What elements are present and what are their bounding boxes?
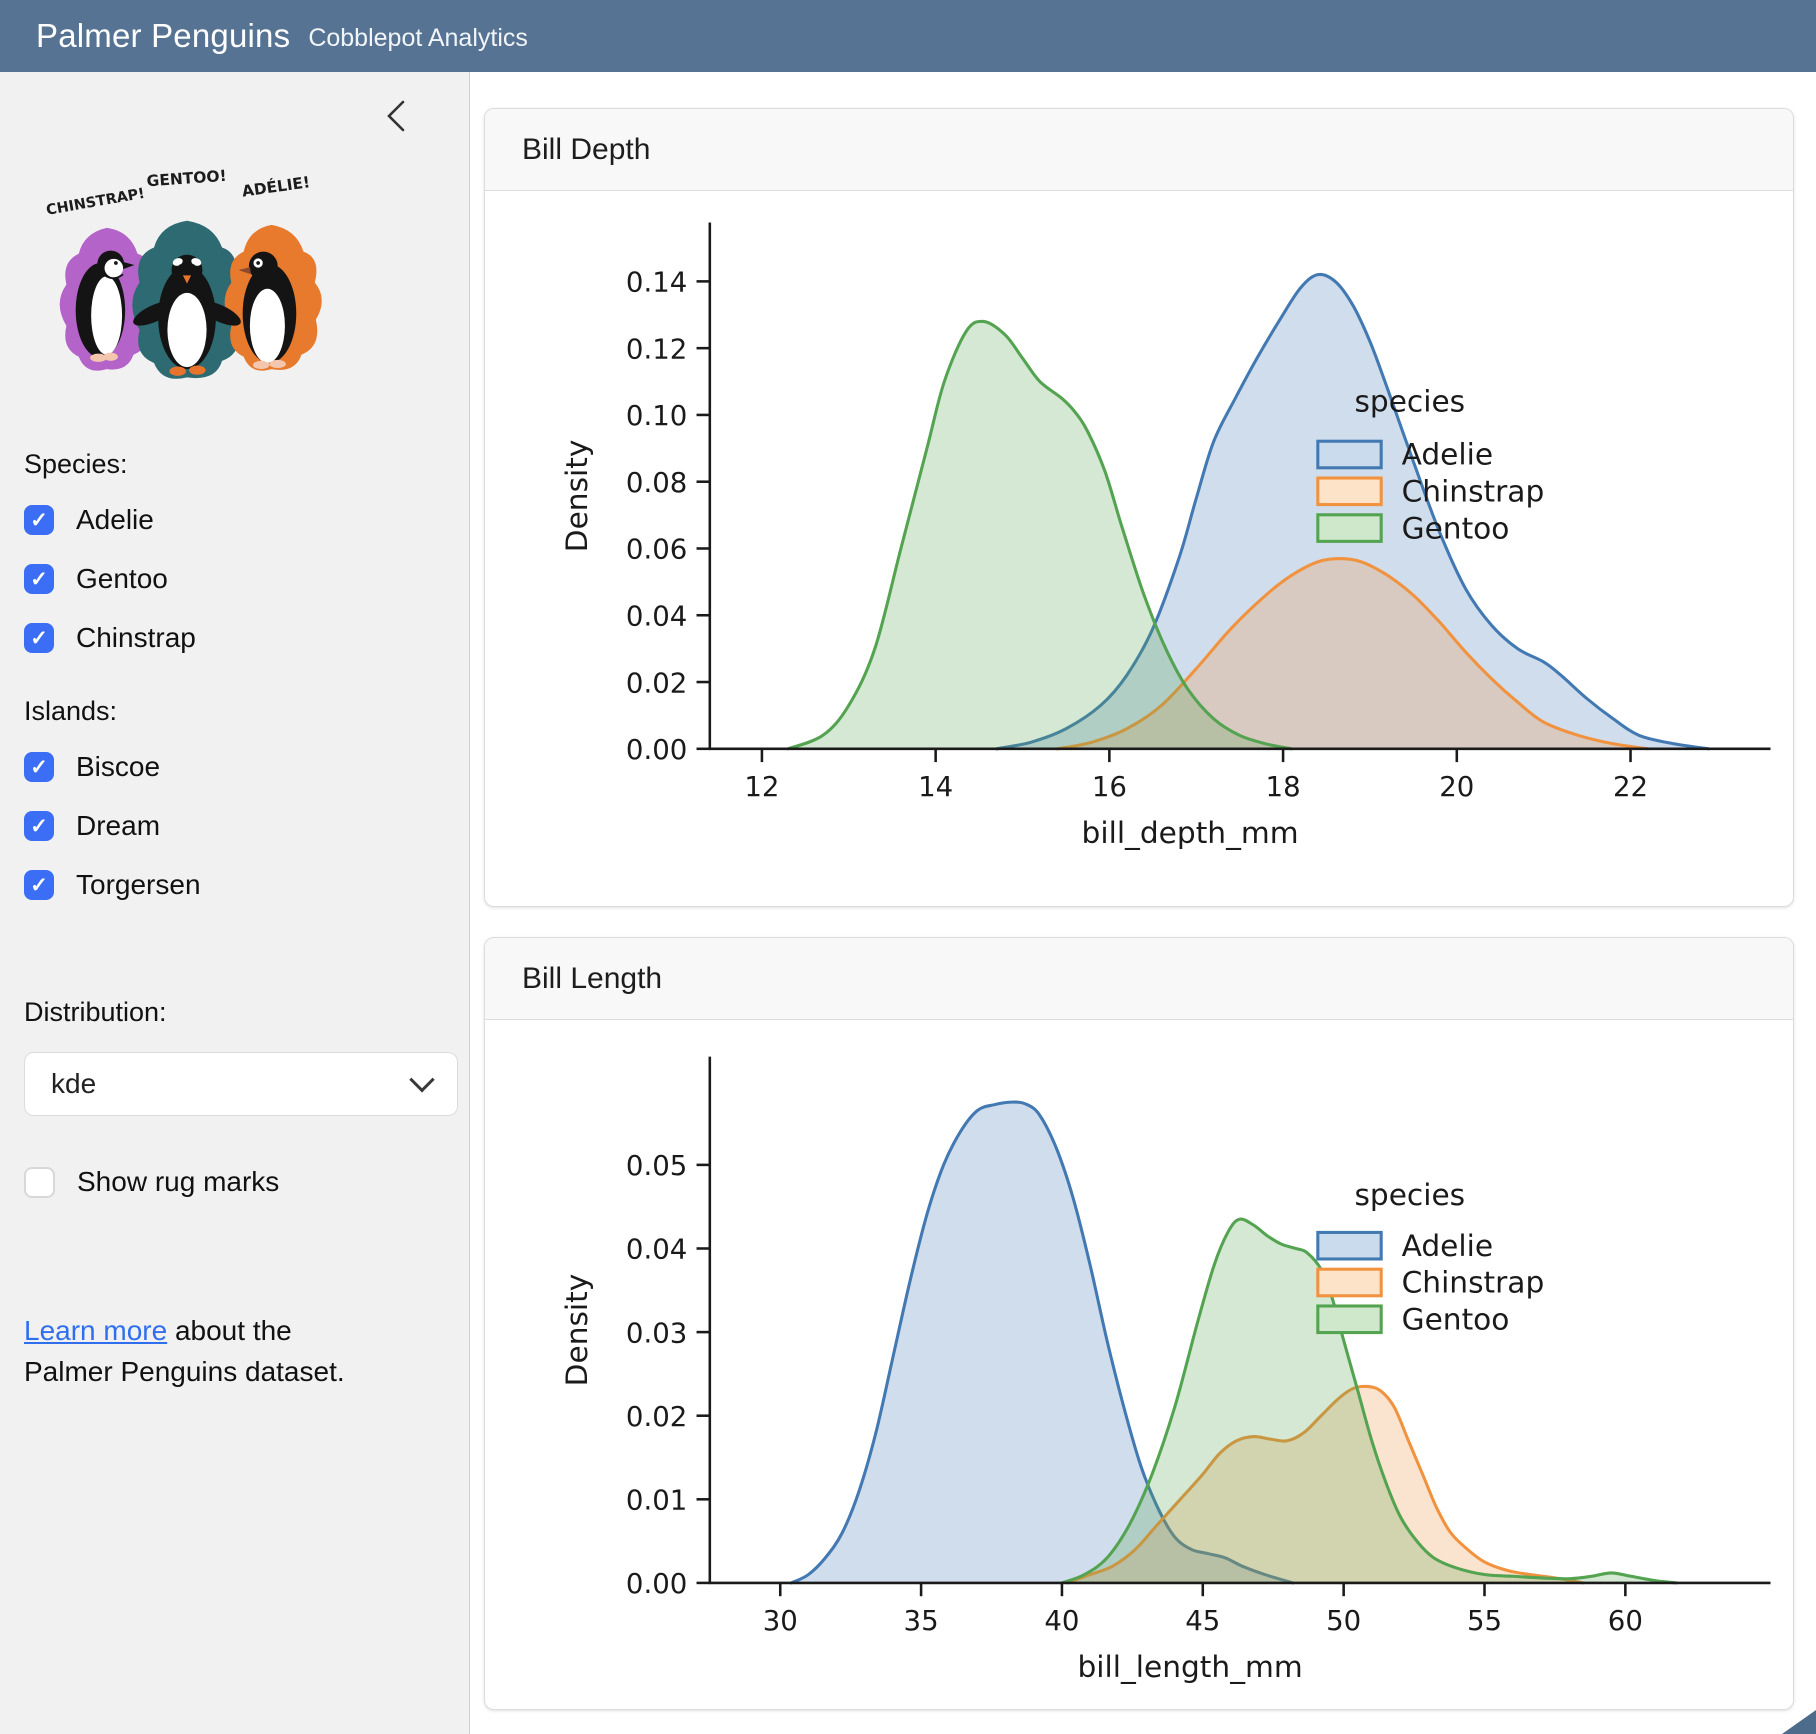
svg-text:0.10: 0.10: [626, 399, 687, 432]
species-section-label: Species:: [24, 449, 445, 480]
checkbox-checked-icon: ✓: [24, 505, 54, 535]
bill-depth-card-body: 12 14 16 18 20 22 0.00 0.02 0.04 0.06 0.08 0.10 0.12…: [485, 191, 1793, 851]
svg-text:22: 22: [1613, 770, 1648, 803]
svg-text:0.08: 0.08: [626, 466, 687, 499]
dataset-info-text: Learn more about the Palmer Penguins dat…: [24, 1310, 384, 1393]
card-title: Bill Depth: [522, 133, 650, 167]
checkbox-checked-icon: ✓: [24, 623, 54, 653]
svg-text:20: 20: [1439, 770, 1474, 803]
distribution-select-value: kde: [51, 1068, 96, 1100]
checkbox-checked-icon: ✓: [24, 811, 54, 841]
busy-indicator-wedge: [1782, 1710, 1816, 1734]
svg-text:12: 12: [744, 770, 779, 803]
svg-text:species: species: [1354, 384, 1465, 419]
svg-text:Density: Density: [559, 1274, 594, 1387]
checkbox-island-biscoe[interactable]: ✓ Biscoe: [24, 751, 445, 783]
islands-section-label: Islands:: [24, 696, 445, 727]
gentoo-label: GENTOO!: [146, 167, 227, 191]
chevron-left-icon: [381, 96, 417, 136]
svg-text:0.02: 0.02: [626, 666, 687, 699]
svg-text:0.00: 0.00: [626, 1567, 687, 1600]
app-window: Palmer Penguins Cobblepot Analytics: [0, 0, 1816, 1734]
svg-text:55: 55: [1467, 1604, 1502, 1637]
checkbox-label: Gentoo: [76, 563, 168, 595]
svg-text:Chinstrap: Chinstrap: [1402, 474, 1545, 509]
chevron-down-icon: [409, 1067, 434, 1092]
checkbox-label: Chinstrap: [76, 622, 196, 654]
bill-depth-card: Bill Depth 12 14 16 18 20 22 0.00 0.02 0.04 0.06 0…: [484, 108, 1794, 907]
svg-text:0.00: 0.00: [626, 733, 687, 766]
svg-text:16: 16: [1092, 770, 1127, 803]
checkbox-label: Torgersen: [76, 869, 201, 901]
bill-length-plot: 30 35 40 45 50 55 60 0.00 0.01 0.02 0.03 0.04 0.05 bi…: [485, 1026, 1793, 1700]
bill-depth-card-header: Bill Depth: [485, 109, 1793, 191]
svg-text:species: species: [1354, 1177, 1465, 1212]
svg-text:45: 45: [1185, 1604, 1220, 1637]
svg-text:0.06: 0.06: [626, 533, 687, 566]
svg-text:18: 18: [1266, 770, 1301, 803]
app-subtitle: Cobblepot Analytics: [308, 20, 528, 53]
svg-text:30: 30: [763, 1604, 798, 1637]
svg-text:40: 40: [1044, 1604, 1079, 1637]
checkbox-checked-icon: ✓: [24, 564, 54, 594]
checkbox-unchecked-icon: [24, 1167, 55, 1198]
app-title: Palmer Penguins: [36, 17, 290, 55]
bill-depth-plot: 12 14 16 18 20 22 0.00 0.02 0.04 0.06 0.08 0.10 0.12…: [485, 197, 1793, 851]
svg-text:0.05: 0.05: [626, 1149, 687, 1182]
svg-text:Gentoo: Gentoo: [1402, 510, 1510, 545]
chinstrap-label: CHINSTRAP!: [45, 186, 146, 219]
svg-text:0.01: 0.01: [626, 1484, 687, 1517]
svg-text:bill_length_mm: bill_length_mm: [1077, 1649, 1302, 1684]
svg-text:Adelie: Adelie: [1402, 437, 1493, 472]
svg-text:0.02: 0.02: [626, 1400, 687, 1433]
svg-text:0.14: 0.14: [626, 266, 687, 299]
checkbox-label: Biscoe: [76, 751, 160, 783]
checkbox-species-chinstrap[interactable]: ✓ Chinstrap: [24, 622, 445, 654]
distribution-section-label: Distribution:: [24, 997, 445, 1028]
svg-text:0.03: 0.03: [626, 1316, 687, 1349]
svg-text:Density: Density: [559, 440, 594, 553]
checkbox-label: Adelie: [76, 504, 154, 536]
learn-more-link[interactable]: Learn more: [24, 1315, 167, 1346]
checkbox-label: Show rug marks: [77, 1166, 279, 1198]
checkbox-island-torgersen[interactable]: ✓ Torgersen: [24, 869, 445, 901]
svg-text:0.04: 0.04: [626, 1233, 687, 1266]
checkbox-label: Dream: [76, 810, 160, 842]
sidebar-collapse-button[interactable]: [381, 96, 417, 136]
adelie-label: ADÉLIE!: [241, 172, 312, 200]
svg-text:60: 60: [1608, 1604, 1643, 1637]
app-header: Palmer Penguins Cobblepot Analytics: [0, 0, 1816, 72]
checkbox-species-gentoo[interactable]: ✓ Gentoo: [24, 563, 445, 595]
svg-text:bill_depth_mm: bill_depth_mm: [1082, 815, 1299, 850]
svg-text:Chinstrap: Chinstrap: [1402, 1265, 1545, 1300]
sidebar: CHINSTRAP! GENTOO! ADÉLIE! Species: ✓ Ad…: [0, 72, 470, 1734]
checkbox-island-dream[interactable]: ✓ Dream: [24, 810, 445, 842]
checkbox-checked-icon: ✓: [24, 870, 54, 900]
bill-length-card-body: 30 35 40 45 50 55 60 0.00 0.01 0.02 0.03 0.04 0.05 bi…: [485, 1020, 1793, 1700]
bill-length-card-header: Bill Length: [485, 938, 1793, 1020]
svg-text:35: 35: [904, 1604, 939, 1637]
checkbox-checked-icon: ✓: [24, 752, 54, 782]
distribution-select[interactable]: kde: [24, 1052, 458, 1116]
svg-text:14: 14: [918, 770, 953, 803]
card-title: Bill Length: [522, 962, 662, 996]
svg-text:Adelie: Adelie: [1402, 1228, 1493, 1263]
main-content: Bill Depth 12 14 16 18 20 22 0.00 0.02 0.04 0.06 0…: [471, 72, 1816, 1734]
svg-text:Gentoo: Gentoo: [1402, 1301, 1510, 1336]
checkbox-species-adelie[interactable]: ✓ Adelie: [24, 504, 445, 536]
bill-length-card: Bill Length 30 35 40 45 50 55 60 0.00 0.01 0.02 0.…: [484, 937, 1794, 1710]
svg-text:0.12: 0.12: [626, 332, 687, 365]
svg-text:0.04: 0.04: [626, 599, 687, 632]
svg-text:50: 50: [1326, 1604, 1361, 1637]
checkbox-show-rug-marks[interactable]: Show rug marks: [24, 1166, 445, 1198]
penguins-artwork-image: CHINSTRAP! GENTOO! ADÉLIE!: [32, 130, 342, 403]
